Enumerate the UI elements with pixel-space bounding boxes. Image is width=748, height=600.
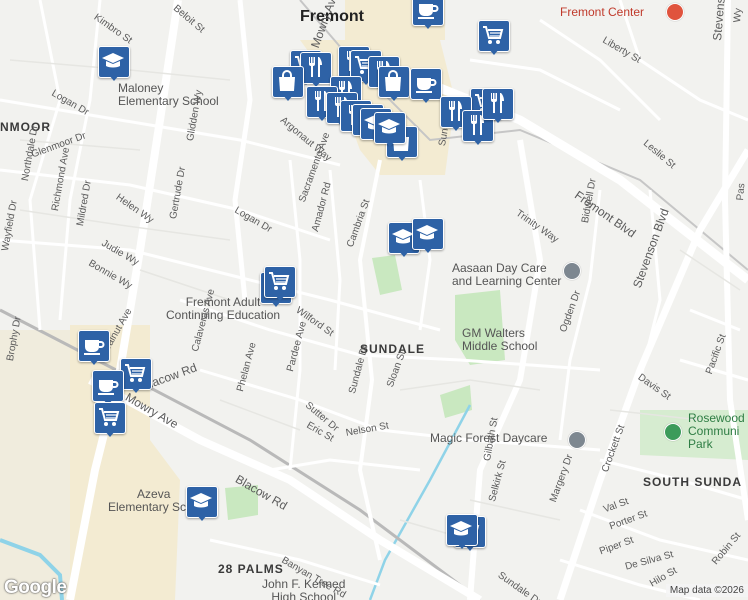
google-logo: Google xyxy=(4,577,67,598)
place-fremont-center[interactable]: Fremont Center xyxy=(560,5,644,19)
fork-knife-icon xyxy=(309,57,322,77)
cart-icon xyxy=(125,364,146,382)
street-label: Pas xyxy=(735,182,748,201)
place-28-palms: 28 PALMS xyxy=(218,562,284,576)
map-pin-graduation-cap[interactable] xyxy=(374,112,406,148)
fork-knife-icon xyxy=(491,93,504,113)
cart-icon xyxy=(99,408,120,426)
map-pin-shopping-bag[interactable] xyxy=(272,66,304,102)
map-pin-graduation-cap[interactable] xyxy=(446,514,478,550)
map-pin-graduation-cap[interactable] xyxy=(186,486,218,522)
graduation-cap-icon xyxy=(450,521,472,536)
graduation-cap-icon xyxy=(102,53,124,68)
map-pin-coffee[interactable] xyxy=(412,0,444,30)
coffee-icon xyxy=(98,380,119,395)
map-pin-fork-knife[interactable] xyxy=(482,88,514,124)
coffee-icon xyxy=(84,340,105,355)
place-south-sundale: SOUTH SUNDA xyxy=(643,475,743,489)
map-pin-cart[interactable] xyxy=(264,266,296,302)
poi-rosewood-park[interactable]: Rosewood Communi Park xyxy=(688,412,745,451)
daycare-icon[interactable] xyxy=(563,262,581,280)
graduation-cap-icon xyxy=(190,493,212,508)
graduation-cap-icon xyxy=(416,225,438,240)
shopping-bag-icon xyxy=(279,70,295,91)
map-pin-graduation-cap[interactable] xyxy=(412,218,444,254)
graduation-cap-icon xyxy=(378,119,400,134)
shopping-bag-icon xyxy=(385,70,401,91)
map-pin-coffee[interactable] xyxy=(78,330,110,366)
street-label: Wy xyxy=(732,7,745,23)
poi-aasaan-daycare[interactable]: Aasaan Day Care and Learning Center xyxy=(452,262,561,288)
map-pin-fork-knife[interactable] xyxy=(300,52,332,88)
daycare-icon[interactable] xyxy=(568,431,586,449)
coffee-icon xyxy=(418,4,439,19)
map-attribution[interactable]: Map data ©2026 xyxy=(665,584,748,597)
map-pin-coffee[interactable] xyxy=(92,370,124,406)
map-pin-cart[interactable] xyxy=(94,402,126,438)
map-pin-shopping-bag[interactable] xyxy=(378,66,410,102)
hospital-icon[interactable] xyxy=(666,3,684,21)
coffee-icon xyxy=(416,78,437,93)
place-glenmoor: NMOOR xyxy=(0,120,51,134)
poi-walters-school[interactable]: GM Walters Middle School xyxy=(462,327,537,353)
cart-icon xyxy=(483,26,504,44)
map-pin-cart[interactable] xyxy=(120,358,152,394)
park-tree-icon[interactable] xyxy=(664,423,682,441)
map-pin-cart[interactable] xyxy=(478,20,510,56)
map-canvas[interactable]: Fremont Fremont Center SUNDALE SOUTH SUN… xyxy=(0,0,748,600)
map-pin-coffee[interactable] xyxy=(410,68,442,104)
map-pin-graduation-cap[interactable] xyxy=(98,46,130,82)
cart-icon xyxy=(269,272,290,290)
